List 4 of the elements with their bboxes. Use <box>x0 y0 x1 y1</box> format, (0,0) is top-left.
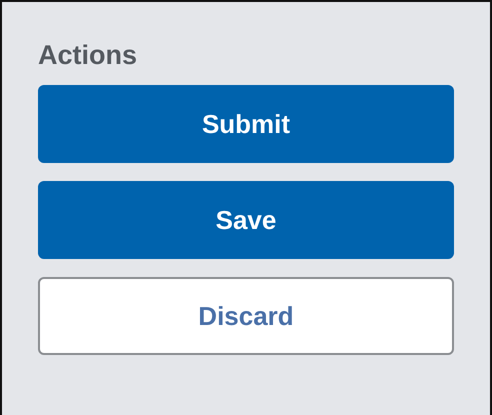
panel-title: Actions <box>38 42 138 69</box>
outline-button[interactable]: Discard <box>38 277 454 355</box>
primary-button[interactable]: Save <box>38 181 454 259</box>
primary-button[interactable]: Submit <box>38 85 454 163</box>
